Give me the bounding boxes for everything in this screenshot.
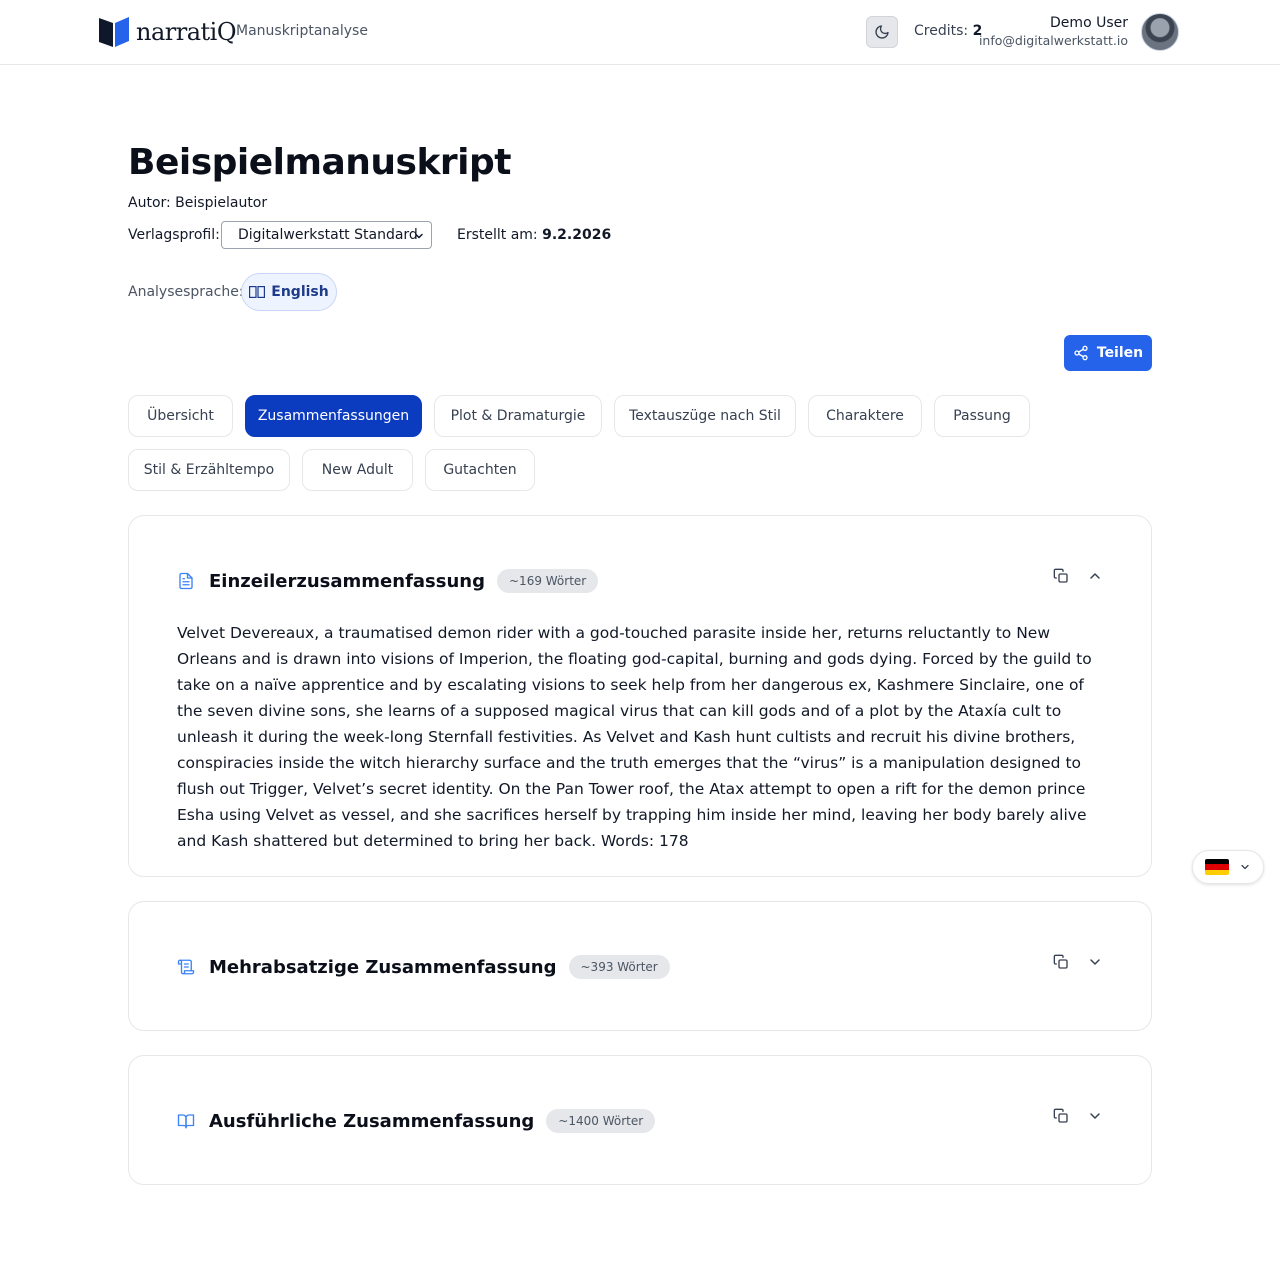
created-date: Erstellt am: 9.2.2026 <box>457 227 611 243</box>
summary-text: Velvet Devereaux, a traumatised demon ri… <box>177 624 1092 850</box>
tab-textauszuege[interactable]: Textauszüge nach Stil <box>614 395 796 437</box>
share-icon <box>1074 345 1088 361</box>
moon-icon <box>875 25 889 39</box>
open-book-icon <box>177 1114 195 1129</box>
app-subtitle: Manuskriptanalyse <box>236 23 368 39</box>
credits-display: Credits: 2 <box>914 23 982 39</box>
summary-actions <box>1053 568 1103 584</box>
share-button[interactable]: Teilen <box>1064 335 1152 371</box>
tab-uebersicht[interactable]: Übersicht <box>128 395 233 437</box>
brand-name: narratiQ <box>136 17 237 46</box>
summary-actions <box>1053 954 1103 970</box>
top-bar: narratiQ Manuskriptanalyse Credits: 2 De… <box>0 0 1280 65</box>
summary-header[interactable]: Ausführliche Zusammenfassung ~1400 Wörte… <box>177 1108 1103 1134</box>
theme-toggle-button[interactable] <box>866 16 898 48</box>
word-count-badge: ~393 Wörter <box>568 955 670 979</box>
tab-zusammenfassungen[interactable]: Zusammenfassungen <box>245 395 422 437</box>
created-label: Erstellt am: <box>457 227 538 243</box>
summary-card-oneliner: Einzeilerzusammenfassung ~169 Wörter Vel… <box>128 515 1152 877</box>
summary-actions <box>1053 1108 1103 1124</box>
analysis-language-label: Analysesprache: <box>128 284 244 300</box>
chevron-down-icon <box>415 233 423 239</box>
user-email: info@digitalwerkstatt.io <box>978 33 1128 48</box>
copy-icon[interactable] <box>1053 568 1069 584</box>
ui-language-switcher[interactable] <box>1192 850 1264 884</box>
flag-placeholder-icon <box>249 286 266 298</box>
chevron-down-icon <box>1241 864 1249 870</box>
german-flag-icon <box>1205 859 1229 875</box>
summary-card-multi-paragraph: Mehrabsatzige Zusammenfassung ~393 Wörte… <box>128 901 1152 1031</box>
publisher-profile-select[interactable]: Digitalwerkstatt Standard <box>221 221 432 249</box>
copy-icon[interactable] <box>1053 954 1069 970</box>
created-value: 9.2.2026 <box>542 227 612 243</box>
share-label: Teilen <box>1096 345 1144 361</box>
copy-icon[interactable] <box>1053 1108 1069 1124</box>
chevron-up-icon[interactable] <box>1087 568 1103 584</box>
tab-passung[interactable]: Passung <box>934 395 1030 437</box>
analysis-language-pill[interactable]: English <box>241 273 337 311</box>
profile-label: Verlagsprofil: <box>128 227 220 243</box>
summary-header[interactable]: Einzeilerzusammenfassung ~169 Wörter <box>177 568 1103 594</box>
summary-title: Einzeilerzusammenfassung <box>209 570 485 592</box>
tab-plot-dramaturgie[interactable]: Plot & Dramaturgie <box>434 395 602 437</box>
word-count-badge: ~169 Wörter <box>497 569 599 593</box>
tab-new-adult[interactable]: New Adult <box>302 449 413 491</box>
summary-title: Ausführliche Zusammenfassung <box>209 1110 535 1132</box>
summary-title: Mehrabsatzige Zusammenfassung <box>209 956 557 978</box>
page-title: Beispielmanuskript <box>128 142 512 183</box>
tab-stil-erzaehltempo[interactable]: Stil & Erzähltempo <box>128 449 290 491</box>
analysis-language-value: English <box>271 284 329 300</box>
summary-card-detailed: Ausführliche Zusammenfassung ~1400 Wörte… <box>128 1055 1152 1185</box>
tab-gutachten[interactable]: Gutachten <box>425 449 535 491</box>
summary-header[interactable]: Mehrabsatzige Zusammenfassung ~393 Wörte… <box>177 954 1103 980</box>
brand-logo[interactable]: narratiQ <box>98 15 237 48</box>
avatar[interactable] <box>1141 13 1179 51</box>
book-logo-icon <box>99 17 129 47</box>
credits-label: Credits: <box>914 23 969 39</box>
user-name: Demo User <box>1050 15 1128 31</box>
document-icon <box>179 572 193 590</box>
chevron-down-icon[interactable] <box>1087 1108 1103 1124</box>
scroll-icon <box>177 959 195 975</box>
tab-charaktere[interactable]: Charaktere <box>808 395 922 437</box>
chevron-down-icon[interactable] <box>1087 954 1103 970</box>
word-count-badge: ~1400 Wörter <box>546 1109 656 1133</box>
author-line: Autor: Beispielautor <box>128 195 268 211</box>
profile-selected-value: Digitalwerkstatt Standard <box>238 227 418 243</box>
